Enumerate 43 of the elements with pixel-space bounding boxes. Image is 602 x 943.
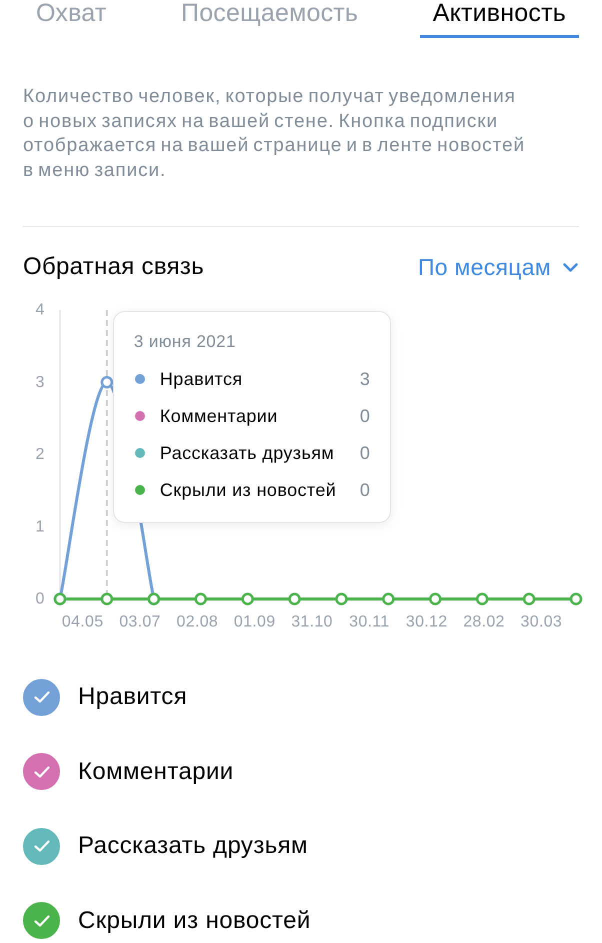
period-dropdown[interactable]: По месяцам (418, 250, 578, 284)
tab[interactable]: Охват (23, 0, 120, 38)
x-tick-label: 02.08 (176, 614, 218, 630)
check-icon (34, 691, 50, 704)
legend-label: Скрыли из новостей (78, 906, 311, 936)
legend-label: Рассказать друзьям (78, 831, 308, 862)
check-icon (34, 766, 50, 778)
tooltip-series-label: Нравится (160, 368, 244, 390)
tab[interactable]: Активность (420, 0, 579, 38)
y-tick-label: 4 (36, 302, 44, 318)
y-tick-label: 1 (36, 518, 44, 536)
legend-label: Комментарии (78, 756, 234, 787)
y-tick-label: 2 (36, 446, 44, 463)
tooltip-series-label: Комментарии (160, 404, 279, 426)
checkbox[interactable] (23, 902, 60, 940)
x-tick-label: 30.03 (520, 614, 562, 630)
check-icon (34, 914, 50, 927)
tooltip-series-label: Скрыли из новостей (160, 478, 338, 500)
tooltip-value: 0 (360, 404, 370, 426)
tab[interactable]: Посещаемость (168, 0, 372, 38)
tooltip-series-label: Рассказать друзьям (160, 442, 336, 464)
tooltip-value: 0 (360, 442, 370, 464)
section-title: Обратная связь (23, 252, 204, 282)
x-tick-label: 03.07 (119, 614, 161, 630)
x-tick-label: 28.02 (463, 614, 505, 630)
checkbox[interactable] (23, 828, 60, 865)
x-tick-label: 01.09 (234, 614, 276, 630)
x-tick-label: 31.10 (291, 614, 333, 630)
x-tick-label: 30.11 (349, 614, 390, 630)
y-tick-label: 3 (36, 374, 44, 391)
x-tick-label: 04.05 (62, 614, 104, 630)
data-point (100, 592, 114, 606)
y-tick-label: 0 (36, 590, 44, 608)
description-text: Количество человек, которые получат уведомления о новых записях на вашей стене. Кнопка подписки отображается на вашей странице и в ленте новостей в меню записи. (23, 85, 525, 182)
checkbox[interactable] (23, 678, 60, 716)
chevron-down-icon (563, 262, 578, 272)
check-icon (34, 840, 50, 852)
x-tick-label: 30.12 (406, 614, 448, 630)
tooltip-value: 3 (360, 368, 370, 390)
tooltip-value: 0 (360, 478, 370, 500)
tooltip-date: 3 июня 2021 (134, 331, 237, 353)
legend-label: Нравится (78, 682, 188, 712)
checkbox[interactable] (23, 753, 60, 790)
